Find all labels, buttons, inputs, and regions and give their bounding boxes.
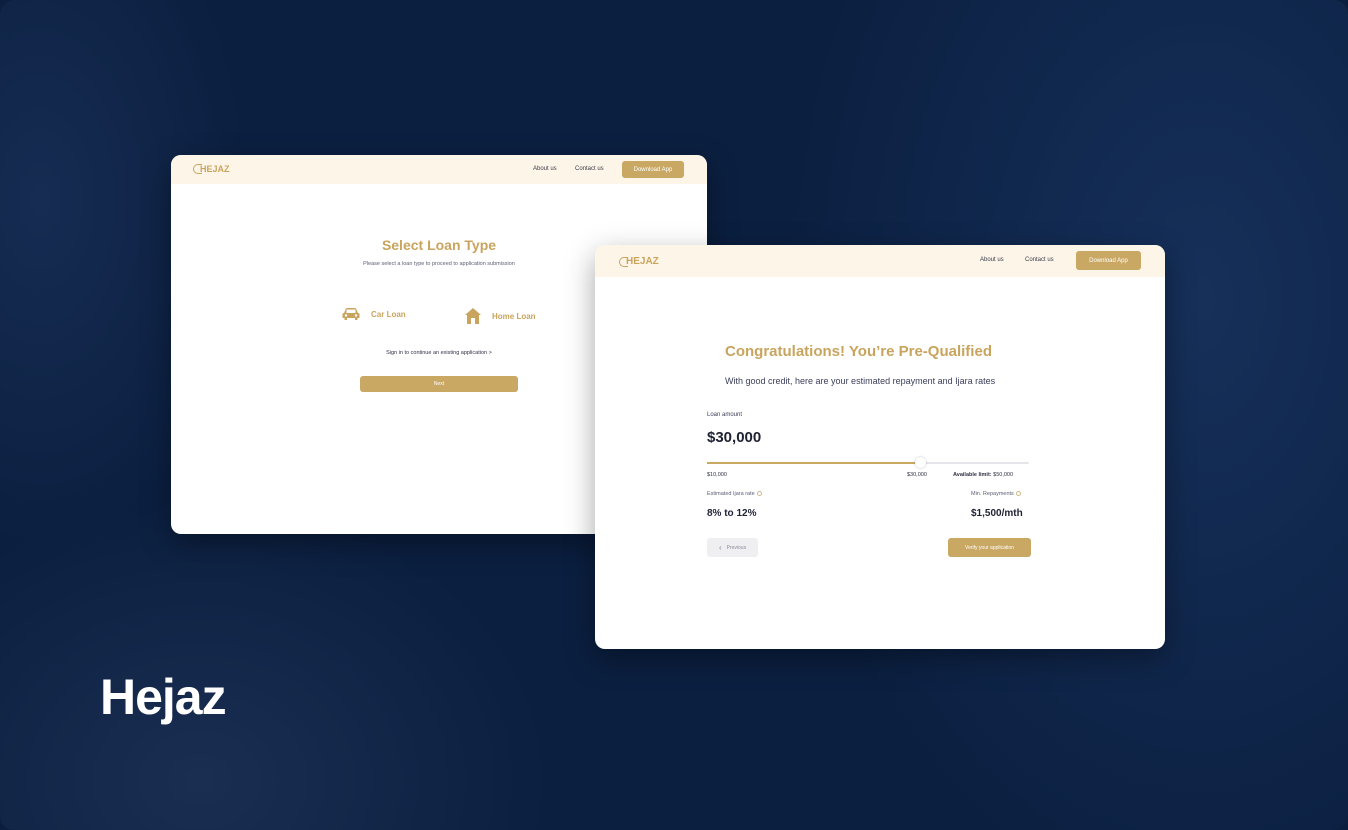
next-button[interactable]: Next <box>360 376 518 392</box>
previous-label: Previous <box>726 544 747 551</box>
loan-amount-label: Loan amount <box>707 412 743 418</box>
slider-current-label: $30,000 <box>907 472 927 478</box>
rate-label-text: Estimated Ijara rate <box>707 491 755 497</box>
car-loan-option[interactable]: Car Loan <box>341 307 406 321</box>
navbar: HEJAZ About us Contact us Download App <box>595 245 1165 277</box>
available-limit-prefix: Available limit: <box>953 472 992 478</box>
logo-text: HEJAZ <box>200 164 230 174</box>
slider-thumb[interactable] <box>914 457 926 468</box>
previous-button[interactable]: ‹ Previous <box>707 538 758 557</box>
slider-fill <box>707 462 920 464</box>
verify-application-button[interactable]: Verify your application <box>948 538 1031 557</box>
chevron-left-icon: ‹ <box>718 543 722 552</box>
home-loan-option[interactable]: Home Loan <box>464 307 536 325</box>
download-app-button[interactable]: Download App <box>1076 251 1141 270</box>
prequalified-window: HEJAZ About us Contact us Download App C… <box>595 245 1165 649</box>
slider-min-label: $10,000 <box>707 472 727 478</box>
repayment-label-text: Min. Repayments <box>971 491 1014 497</box>
navbar: HEJAZ About us Contact us Download App <box>171 155 707 184</box>
car-loan-label: Car Loan <box>371 309 406 319</box>
download-app-button[interactable]: Download App <box>622 161 684 178</box>
info-icon[interactable] <box>756 491 762 497</box>
available-limit: Available limit: $50,000 <box>953 472 1013 478</box>
brand-wordmark: Hejaz <box>100 669 227 725</box>
info-icon[interactable] <box>1015 491 1021 497</box>
page-subtitle: With good credit, here are your estimate… <box>725 376 996 386</box>
nav-about-link[interactable]: About us <box>980 257 1004 263</box>
rate-label: Estimated Ijara rate <box>707 491 762 497</box>
nav-contact-link[interactable]: Contact us <box>575 166 604 172</box>
loan-amount-slider[interactable] <box>707 457 1029 468</box>
page-title: Congratulations! You’re Pre-Qualified <box>725 343 992 360</box>
available-limit-value: $50,000 <box>993 472 1014 478</box>
repayment-label: Min. Repayments <box>971 491 1021 497</box>
rate-value: 8% to 12% <box>707 508 757 519</box>
repayment-value: $1,500/mth <box>971 508 1023 519</box>
logo[interactable]: HEJAZ <box>193 164 230 174</box>
loan-amount-value: $30,000 <box>707 429 762 446</box>
nav-about-link[interactable]: About us <box>533 166 557 172</box>
home-icon <box>465 308 481 324</box>
logo[interactable]: HEJAZ <box>619 256 659 267</box>
car-icon <box>342 308 360 320</box>
logo-text: HEJAZ <box>626 256 659 267</box>
home-loan-label: Home Loan <box>492 311 536 321</box>
nav-contact-link[interactable]: Contact us <box>1025 257 1054 263</box>
